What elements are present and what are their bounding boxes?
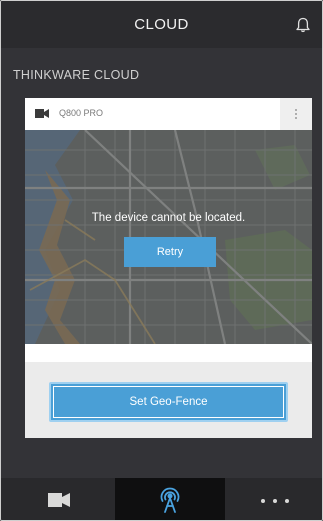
retry-button[interactable]: Retry (124, 237, 216, 267)
header-bar: CLOUD (1, 1, 322, 48)
section-title: THINKWARE CLOUD (13, 68, 140, 82)
device-card: Q800 PRO The device cannot be located. R… (25, 98, 312, 438)
tab-video[interactable] (1, 478, 115, 520)
set-geo-fence-label: Set Geo-Fence (53, 386, 284, 418)
set-geo-fence-button[interactable]: Set Geo-Fence (49, 382, 288, 422)
tab-cloud[interactable] (115, 478, 225, 520)
more-dots-icon[interactable] (225, 478, 322, 520)
device-name: Q800 PRO (59, 108, 104, 118)
cloud-signal-icon (160, 487, 180, 513)
bottom-tab-bar (1, 478, 322, 520)
video-camera-icon (48, 493, 70, 507)
app-frame: CLOUD THINKWARE CLOUD Q800 PRO The devic… (0, 0, 323, 521)
map-view: The device cannot be located. Retry (25, 130, 312, 344)
main-content: THINKWARE CLOUD Q800 PRO The device cann… (1, 48, 322, 478)
vertical-dots-icon[interactable] (280, 98, 312, 130)
card-footer-strip (25, 344, 312, 362)
bell-icon[interactable] (294, 16, 312, 34)
device-card-header: Q800 PRO (25, 98, 312, 130)
camera-icon (35, 109, 49, 118)
page-title: CLOUD (134, 16, 189, 33)
map-message: The device cannot be located. (91, 212, 246, 224)
